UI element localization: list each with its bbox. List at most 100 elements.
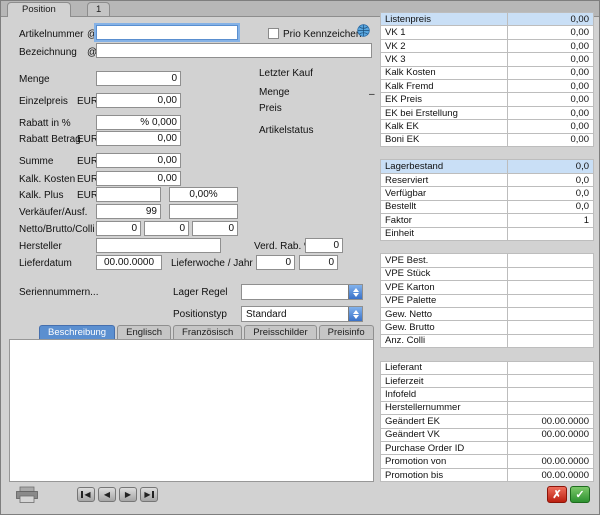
panel-row[interactable]: Verfügbar0,0: [380, 187, 594, 200]
panel-row-label: VK 3: [381, 53, 508, 65]
seriennummern-button[interactable]: Seriennummern...: [19, 287, 98, 298]
lager-regel-value: [242, 285, 348, 299]
rabatt-prozent-label: Rabatt in %: [19, 118, 71, 129]
einzelpreis-currency-label: EUR: [77, 96, 98, 107]
kalk-kosten-input[interactable]: [96, 171, 181, 186]
window-tab-1[interactable]: 1: [87, 2, 110, 16]
kalk-plus-prozent-input[interactable]: [169, 187, 238, 202]
panel-row[interactable]: Lieferzeit: [380, 375, 594, 388]
panel-row[interactable]: Einheit: [380, 228, 594, 241]
panel-row[interactable]: VPE Palette: [380, 295, 594, 308]
panel-row-label: Reserviert: [381, 174, 508, 186]
panel-row[interactable]: Purchase Order ID: [380, 442, 594, 455]
lieferjahr-input[interactable]: [299, 255, 338, 270]
artikelstatus-label: Artikelstatus: [259, 125, 313, 136]
prio-kennzeichen-checkbox[interactable]: [268, 28, 279, 39]
panel-row-value: [508, 402, 593, 414]
panel-row-label: VPE Karton: [381, 281, 508, 293]
tab-preisinfo[interactable]: Preisinfo: [319, 325, 374, 339]
panel-row[interactable]: Promotion von00.00.0000: [380, 455, 594, 468]
panel-row-value: [508, 295, 593, 307]
netto-brutto-colli-label: Netto/Brutto/Colli: [19, 224, 95, 235]
panel-row-value: [508, 362, 593, 374]
last-record-button[interactable]: ▶: [140, 487, 158, 502]
panel-row[interactable]: Lieferant: [380, 361, 594, 375]
panel-row[interactable]: Herstellernummer: [380, 402, 594, 415]
panel-row[interactable]: Lagerbestand0,0: [380, 159, 594, 173]
panel-row[interactable]: Anz. Colli: [380, 335, 594, 348]
panel-row[interactable]: Kalk EK0,00: [380, 120, 594, 133]
panel-row[interactable]: Kalk Fremd0,00: [380, 80, 594, 93]
verd-rab-input[interactable]: [305, 238, 343, 253]
tab-englisch[interactable]: Englisch: [117, 325, 171, 339]
kalk-plus-input[interactable]: [96, 187, 161, 202]
lieferdatum-input[interactable]: [96, 255, 162, 270]
panel-row[interactable]: Geändert VK00.00.0000: [380, 429, 594, 442]
panel-row[interactable]: Faktor1: [380, 214, 594, 227]
summe-input[interactable]: [96, 153, 181, 168]
panel-row[interactable]: Geändert EK00.00.0000: [380, 415, 594, 428]
panel-row[interactable]: Gew. Netto: [380, 308, 594, 321]
summe-label: Summe: [19, 156, 53, 167]
first-record-icon: ◀: [84, 490, 90, 499]
einzelpreis-input[interactable]: [96, 93, 181, 108]
panel-row[interactable]: Bestellt0,0: [380, 201, 594, 214]
verkaeufer-input[interactable]: [96, 204, 161, 219]
letzter-kauf-preis-label: Preis: [259, 103, 282, 114]
panel-row-value: 00.00.0000: [508, 415, 593, 427]
confirm-button[interactable]: ✓: [570, 486, 590, 503]
panel-row[interactable]: VK 20,00: [380, 40, 594, 53]
colli-input[interactable]: [192, 221, 238, 236]
prio-kennzeichen-label: Prio Kennzeichen: [283, 29, 361, 40]
tab-franzoesisch[interactable]: Französisch: [173, 325, 242, 339]
panel-row-value: [508, 268, 593, 280]
panel-row-value: 0,0: [508, 174, 593, 186]
window-tab-position[interactable]: Position: [7, 2, 71, 17]
panel-row[interactable]: VPE Stück: [380, 268, 594, 281]
menge-input[interactable]: [96, 71, 181, 86]
panel-row[interactable]: Reserviert0,0: [380, 174, 594, 187]
menge-label: Menge: [19, 74, 50, 85]
panel-row-label: Kalk Kosten: [381, 67, 508, 79]
beschreibung-textarea[interactable]: [9, 339, 374, 482]
brutto-input[interactable]: [144, 221, 189, 236]
panel-row[interactable]: Boni EK0,00: [380, 134, 594, 147]
panel-row-label: Gew. Brutto: [381, 321, 508, 333]
panel-row-label: Bestellt: [381, 201, 508, 213]
panel-row[interactable]: Kalk Kosten0,00: [380, 67, 594, 80]
panel-row[interactable]: EK bei Erstellung0,00: [380, 107, 594, 120]
panel-row-label: Listenpreis: [381, 13, 508, 25]
artikelnummer-input[interactable]: [96, 25, 238, 40]
lager-regel-dropdown[interactable]: [241, 284, 363, 300]
panel-row[interactable]: EK Preis0,00: [380, 93, 594, 106]
next-record-button[interactable]: ▶: [119, 487, 137, 502]
panel-row-label: Einheit: [381, 228, 508, 240]
panel-row[interactable]: Infofeld: [380, 388, 594, 401]
panel-row[interactable]: Listenpreis0,00: [380, 12, 594, 26]
panel-row-value: 0,00: [508, 93, 593, 105]
hersteller-input[interactable]: [96, 238, 221, 253]
panel-row[interactable]: VPE Best.: [380, 253, 594, 267]
panel-row[interactable]: VK 10,00: [380, 26, 594, 39]
tab-beschreibung[interactable]: Beschreibung: [39, 325, 115, 339]
positionstyp-dropdown[interactable]: Standard: [241, 306, 363, 322]
tab-preisschilder[interactable]: Preisschilder: [244, 325, 316, 339]
netto-input[interactable]: [96, 221, 141, 236]
kalk-plus-currency-label: EUR: [77, 190, 98, 201]
globe-icon[interactable]: [357, 24, 370, 37]
rabatt-prozent-input[interactable]: [96, 115, 181, 130]
panel-row[interactable]: Gew. Brutto: [380, 321, 594, 334]
panel-row[interactable]: VK 30,00: [380, 53, 594, 66]
cancel-button[interactable]: ✗: [547, 486, 567, 503]
panel-row[interactable]: VPE Karton: [380, 281, 594, 294]
first-record-button[interactable]: ◀: [77, 487, 95, 502]
bezeichnung-input[interactable]: [96, 43, 372, 58]
panel-row-value: 0,00: [508, 120, 593, 132]
rabatt-betrag-input[interactable]: [96, 131, 181, 146]
dropdown-stepper-icon: [348, 307, 362, 321]
lieferwoche-input[interactable]: [256, 255, 295, 270]
printer-icon[interactable]: [15, 486, 39, 504]
verkaeufer-ausf-input[interactable]: [169, 204, 238, 219]
previous-record-button[interactable]: ◀: [98, 487, 116, 502]
panel-row[interactable]: Promotion bis00.00.0000: [380, 469, 594, 482]
